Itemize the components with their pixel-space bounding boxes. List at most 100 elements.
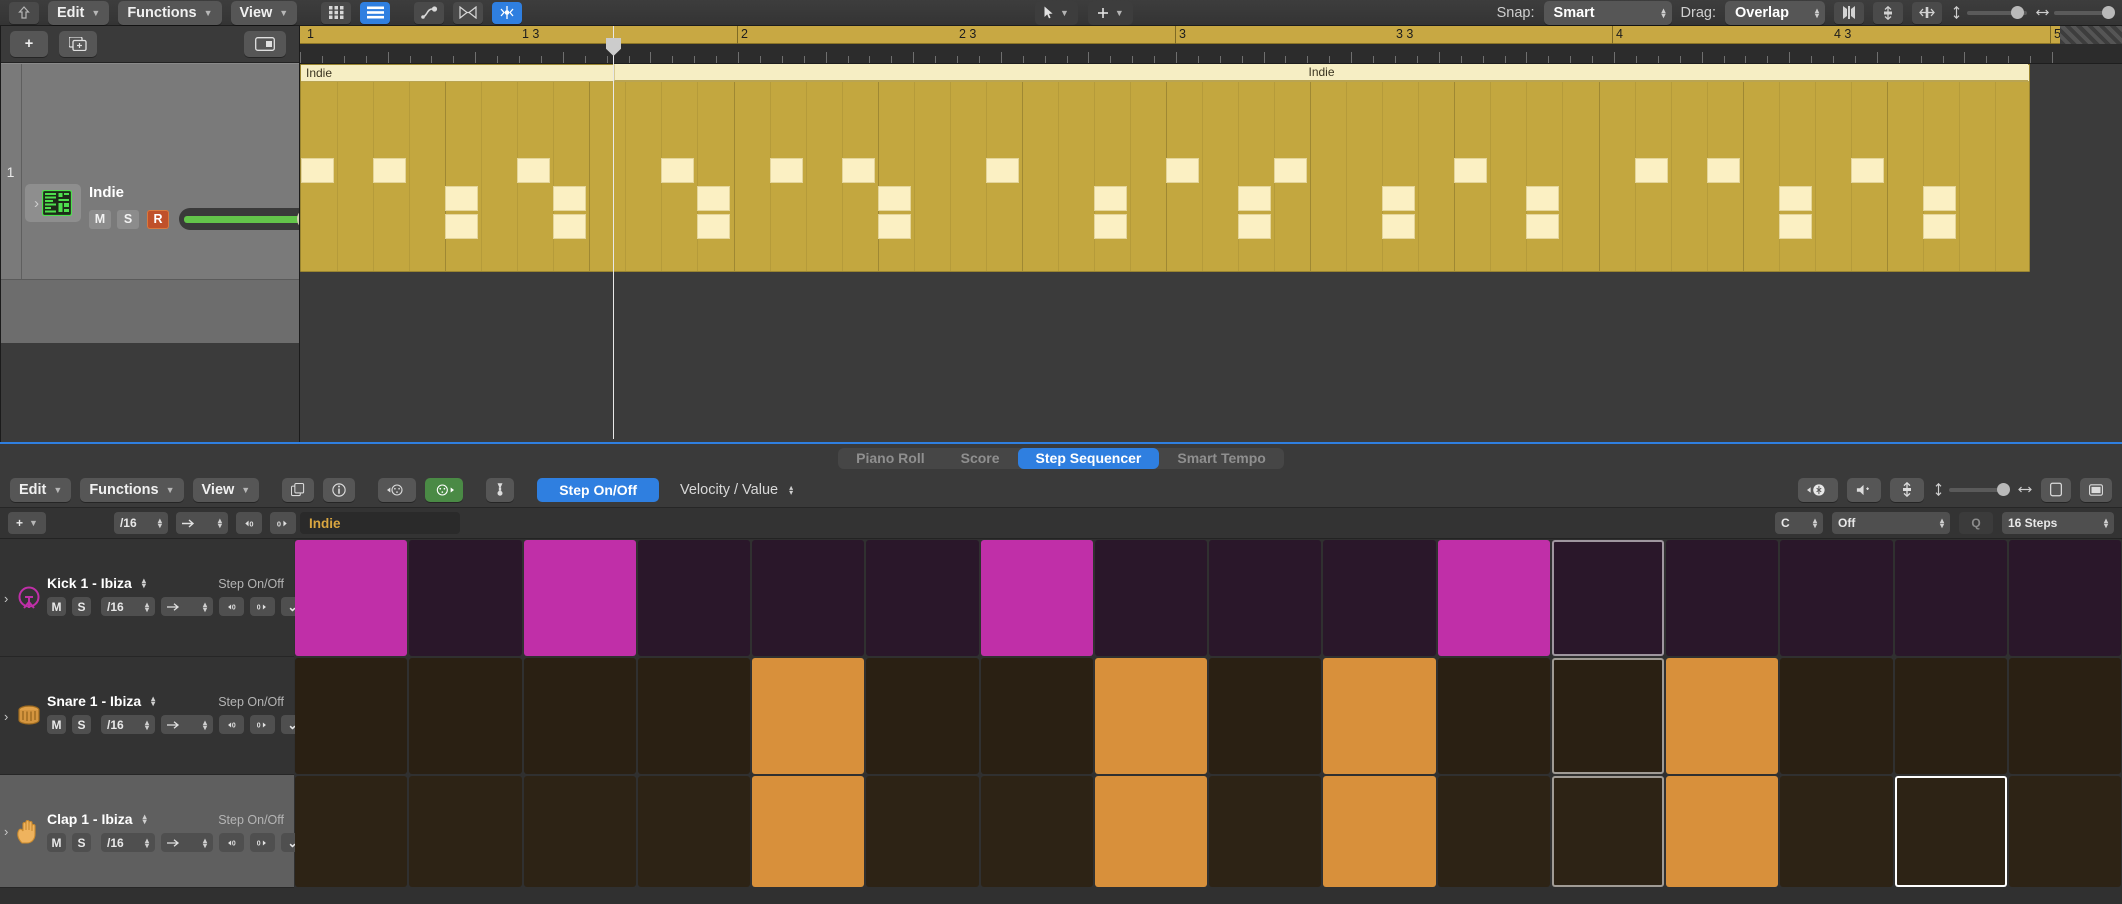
midi-note[interactable] xyxy=(1779,214,1812,239)
row-mute-button[interactable]: M xyxy=(47,597,66,616)
step-cell[interactable] xyxy=(1666,540,1779,656)
midi-note[interactable] xyxy=(553,186,586,211)
midi-note[interactable] xyxy=(1526,186,1559,211)
snap-grid-button[interactable] xyxy=(492,1,523,24)
tab-step-sequencer[interactable]: Step Sequencer xyxy=(1017,447,1160,469)
step-cell[interactable] xyxy=(1780,540,1893,656)
scale-select[interactable]: Off ▴ ▾ xyxy=(1832,512,1950,534)
midi-note[interactable] xyxy=(445,186,478,211)
step-cell[interactable] xyxy=(409,658,522,774)
step-cell[interactable] xyxy=(1437,540,1550,656)
row-playback-mode-select[interactable]: ▴ ▾ xyxy=(161,597,213,616)
row-nudge-right-button[interactable]: 0 xyxy=(250,715,275,734)
midi-out-icon[interactable] xyxy=(425,477,464,502)
step-cell[interactable] xyxy=(980,658,1093,774)
cycle-region[interactable]: 11 322 333 344 35 xyxy=(300,26,2061,44)
row-header[interactable]: › Snare 1 - Ibiza ▴ ▾ Step On/Off M S/16 ▴ ▾ ▴ ▾ 0 0… xyxy=(0,657,333,775)
row-playback-mode-select[interactable]: ▴ ▾ xyxy=(161,715,213,734)
step-cell[interactable] xyxy=(1323,658,1436,774)
midi-note[interactable] xyxy=(1923,186,1956,211)
midi-note[interactable] xyxy=(517,158,550,183)
tab-score[interactable]: Score xyxy=(943,448,1018,469)
automation-button[interactable] xyxy=(414,1,445,24)
midi-note[interactable] xyxy=(1454,158,1487,183)
midi-note[interactable] xyxy=(770,158,803,183)
step-cell[interactable] xyxy=(752,540,865,656)
row-nudge-right-button[interactable]: 0 xyxy=(250,833,275,852)
editor-edit-menu[interactable]: Edit ▼ xyxy=(10,477,72,502)
step-cell[interactable] xyxy=(523,540,636,656)
step-cell[interactable] xyxy=(1551,540,1664,656)
track-header-config-button[interactable] xyxy=(244,31,286,57)
drag-select[interactable]: Overlap ▴ ▾ xyxy=(1725,0,1825,25)
quantize-button[interactable]: Q xyxy=(1959,512,1993,534)
row-playback-mode-select[interactable]: ▴ ▾ xyxy=(161,833,213,852)
midi-note[interactable] xyxy=(1923,214,1956,239)
row-rate-select[interactable]: /16 ▴ ▾ xyxy=(101,597,155,616)
step-cell[interactable] xyxy=(1323,540,1436,656)
midi-note[interactable] xyxy=(445,214,478,239)
row-rate-select[interactable]: /16 ▴ ▾ xyxy=(101,715,155,734)
row-disclosure-icon[interactable]: › xyxy=(4,591,8,606)
command-click-tool[interactable]: ▼ xyxy=(1087,0,1133,25)
step-cell[interactable] xyxy=(1094,540,1207,656)
track-row-1[interactable]: 1 › Indie M S R xyxy=(0,63,381,280)
row-nudge-left-button[interactable]: 0 xyxy=(219,833,244,852)
step-cell[interactable] xyxy=(1894,776,2007,887)
row-disclosure-icon[interactable]: › xyxy=(4,824,8,839)
flex-button[interactable] xyxy=(453,1,484,24)
info-icon[interactable] xyxy=(323,477,356,502)
editor-vertical-auto-zoom-button[interactable] xyxy=(1890,477,1924,502)
record-enable-button[interactable]: R xyxy=(147,209,169,229)
step-cell[interactable] xyxy=(1666,776,1779,887)
step-cell[interactable] xyxy=(637,658,750,774)
step-cell[interactable] xyxy=(1780,658,1893,774)
disclosure-triangle-icon[interactable]: › xyxy=(34,195,39,212)
left-click-tool[interactable]: ▼ xyxy=(1035,0,1078,25)
step-cell[interactable] xyxy=(752,776,865,887)
midi-note[interactable] xyxy=(1094,214,1127,239)
add-track-button[interactable]: + xyxy=(10,31,48,57)
step-cell[interactable] xyxy=(409,776,522,887)
single-panel-button[interactable] xyxy=(2041,477,2071,502)
row-nudge-left-button[interactable]: 0 xyxy=(219,715,244,734)
step-cell[interactable] xyxy=(1894,658,2007,774)
step-cell[interactable] xyxy=(2008,540,2121,656)
step-cell[interactable] xyxy=(637,540,750,656)
pattern-length-select[interactable]: 16 Steps ▴ ▾ xyxy=(2002,512,2114,534)
vertical-zoom-slider[interactable] xyxy=(1951,5,2027,19)
midi-note[interactable] xyxy=(1779,186,1812,211)
tab-piano-roll[interactable]: Piano Roll xyxy=(838,448,942,469)
step-cell[interactable] xyxy=(295,540,408,656)
add-row-button[interactable]: + ▼ xyxy=(8,512,46,534)
step-cell[interactable] xyxy=(295,658,408,774)
midi-note[interactable] xyxy=(661,158,694,183)
step-cell[interactable] xyxy=(1209,658,1322,774)
step-cell[interactable] xyxy=(1209,540,1322,656)
step-cell[interactable] xyxy=(1323,776,1436,887)
step-cell[interactable] xyxy=(1780,776,1893,887)
grid-view-button[interactable] xyxy=(321,1,352,24)
up-arrow-icon[interactable] xyxy=(9,1,39,24)
snap-select[interactable]: Smart ▴ ▾ xyxy=(1543,0,1672,25)
step-cell[interactable] xyxy=(2008,658,2121,774)
step-cell[interactable] xyxy=(1209,776,1322,887)
flex-pitch-button[interactable] xyxy=(1834,1,1864,24)
horizontal-zoom-slider[interactable] xyxy=(2036,5,2115,19)
midi-note[interactable] xyxy=(878,214,911,239)
midi-note[interactable] xyxy=(1166,158,1199,183)
row-name[interactable]: Snare 1 - Ibiza ▴ ▾ xyxy=(47,693,155,709)
mute-button[interactable]: M xyxy=(89,209,111,229)
track-icon-button[interactable]: › xyxy=(25,184,81,222)
row-name[interactable]: Kick 1 - Ibiza ▴ ▾ xyxy=(47,575,146,591)
midi-in-icon[interactable] xyxy=(378,477,417,502)
pattern-name-field[interactable]: Indie xyxy=(300,512,460,534)
midi-note[interactable] xyxy=(553,214,586,239)
functions-menu[interactable]: Functions ▼ xyxy=(118,0,222,25)
step-cell[interactable] xyxy=(1437,658,1550,774)
midi-note[interactable] xyxy=(1382,214,1415,239)
midi-note[interactable] xyxy=(1635,158,1668,183)
row-nudge-right-button[interactable]: 0 xyxy=(250,597,275,616)
midi-note[interactable] xyxy=(1382,186,1415,211)
midi-note[interactable] xyxy=(1851,158,1884,183)
